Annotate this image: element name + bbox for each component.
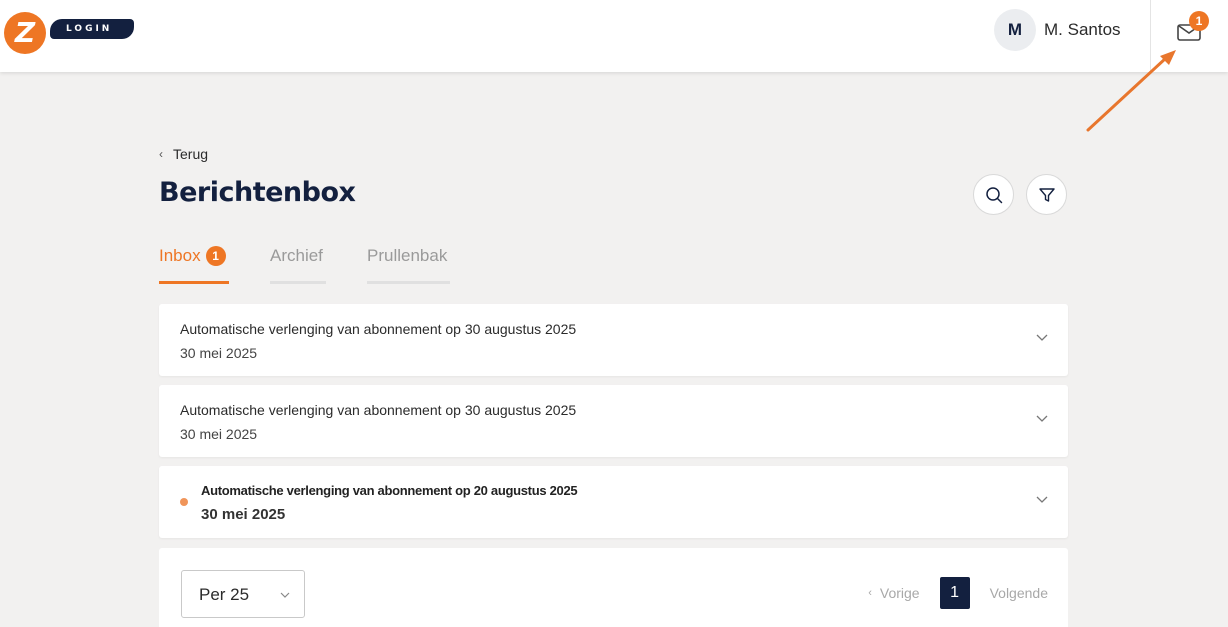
user-name: M. Santos [1044, 20, 1121, 39]
message-subject: Automatische verlenging van abonnement o… [180, 402, 577, 418]
search-icon [985, 186, 1002, 203]
previous-page-button[interactable]: ‹ Vorige [868, 585, 919, 601]
inbox-count-badge: 1 [205, 246, 226, 266]
message-subject: Automatische verlenging van abonnement o… [180, 321, 577, 337]
per-page-value: Per 25 [199, 585, 250, 604]
pager: ‹ Vorige 1 Volgende [868, 577, 1048, 609]
tab-archief[interactable]: Archief [270, 246, 326, 284]
message-item[interactable]: Automatische verlenging van abonnement o… [159, 304, 1068, 376]
tab-inbox[interactable]: Inbox 1 [159, 246, 229, 284]
message-item-unread[interactable]: Automatische verlenging van abonnement o… [159, 466, 1068, 538]
tab-underline [367, 281, 450, 284]
search-button[interactable] [973, 174, 1014, 215]
chevron-down-icon [1036, 496, 1048, 503]
page-number-current[interactable]: 1 [939, 577, 970, 609]
unread-indicator [180, 498, 188, 506]
tab-underline [270, 281, 326, 284]
chevron-down-icon [280, 592, 290, 598]
pagination-bar: Per 25 ‹ Vorige 1 Volgende [159, 548, 1068, 627]
mail-count-badge: 1 [1189, 11, 1209, 31]
tab-archief-label: Archief [270, 246, 323, 265]
logo-z-mark: Z [4, 12, 46, 54]
page-title: Berichtenbox [159, 177, 356, 208]
user-menu[interactable]: M M. Santos [994, 9, 1121, 51]
back-link[interactable]: ‹ Terug [159, 146, 208, 162]
message-date: 30 mei 2025 [180, 426, 258, 442]
chevron-down-icon [1036, 334, 1048, 341]
tab-prullenbak-label: Prullenbak [367, 246, 448, 265]
back-label: Terug [173, 146, 209, 162]
tab-underline [159, 281, 229, 284]
message-subject: Automatische verlenging van abonnement o… [201, 483, 578, 498]
filter-icon [1038, 187, 1055, 202]
filter-button[interactable] [1026, 174, 1067, 215]
tab-prullenbak[interactable]: Prullenbak [367, 246, 450, 284]
previous-label: Vorige [879, 585, 920, 601]
top-bar: Z LOGIN M M. Santos 1 [0, 0, 1228, 72]
message-item[interactable]: Automatische verlenging van abonnement o… [159, 385, 1068, 457]
chevron-down-icon [1036, 415, 1048, 422]
annotation-arrow [1086, 50, 1176, 132]
per-page-select[interactable]: Per 25 [181, 570, 305, 618]
tab-inbox-label: Inbox [159, 246, 201, 265]
zlogin-logo[interactable]: Z LOGIN [4, 8, 136, 54]
logo-wordmark: LOGIN [50, 19, 134, 39]
avatar: M [994, 9, 1036, 51]
message-date: 30 mei 2025 [201, 506, 286, 523]
message-date: 30 mei 2025 [180, 345, 258, 361]
chevron-left-icon: ‹ [159, 147, 163, 161]
next-page-button[interactable]: Volgende [990, 585, 1048, 601]
chevron-left-icon: ‹ [868, 587, 872, 599]
